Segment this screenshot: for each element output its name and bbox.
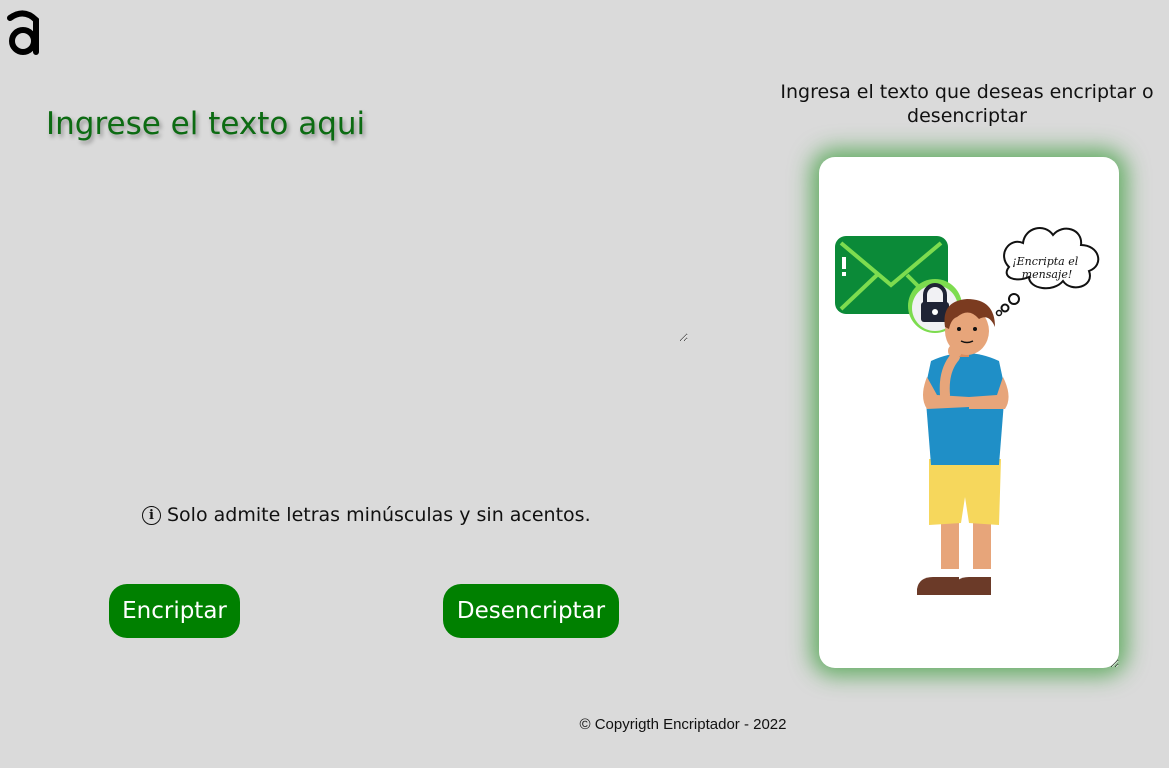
result-panel[interactable]: ¡Encripta el mensaje!: [819, 157, 1119, 668]
result-heading: Ingresa el texto que deseas encriptar o …: [780, 81, 1154, 127]
text-input[interactable]: [44, 160, 688, 342]
input-title: Ingrese el texto aqui: [46, 106, 366, 142]
info-icon: i: [142, 505, 161, 525]
thinking-person-illustration: ¡Encripta el mensaje!: [835, 227, 1100, 595]
speech-bubble-text: ¡Encripta el mensaje!: [1012, 255, 1082, 281]
encrypt-button[interactable]: Encriptar: [109, 584, 240, 638]
input-hint: i Solo admite letras minúsculas y sin ac…: [142, 504, 591, 526]
decrypt-button[interactable]: Desencriptar: [443, 584, 619, 638]
thought-bubble-icon: ¡Encripta el mensaje!: [995, 227, 1100, 317]
footer-copyright: © Copyrigth Encriptador - 2022: [579, 716, 787, 733]
person-figure: [917, 299, 1009, 595]
hint-text: Solo admite letras minúsculas y sin acen…: [167, 504, 591, 526]
alura-logo-icon: [7, 10, 39, 55]
